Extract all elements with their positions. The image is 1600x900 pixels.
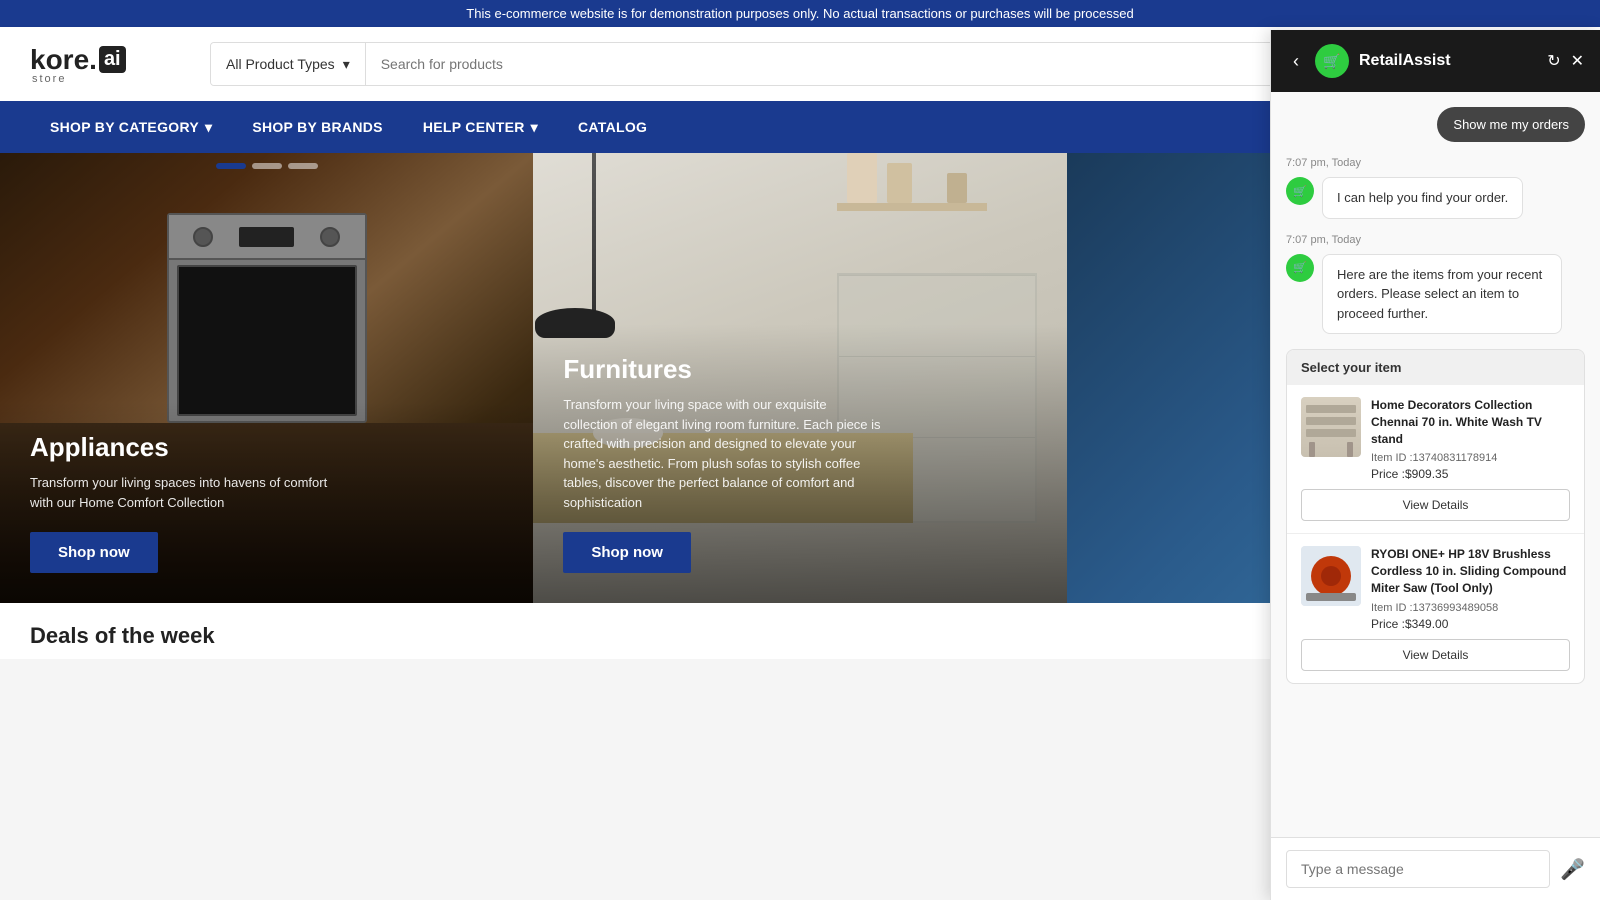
nav-item-shop-by-category[interactable]: SHOP BY CATEGORY ▾ bbox=[30, 101, 232, 153]
slide-furnitures-title: Furnitures bbox=[563, 354, 1036, 385]
slide-appliances-shop-now[interactable]: Shop now bbox=[30, 532, 158, 573]
slide-furnitures-shop-now[interactable]: Shop now bbox=[563, 532, 691, 573]
bot-message-2: 🛒 Here are the items from your recent or… bbox=[1286, 254, 1585, 335]
slide-appliances-desc: Transform your living spaces into havens… bbox=[30, 473, 350, 512]
product-type-dropdown[interactable]: All Product Types ▾ bbox=[211, 43, 366, 85]
chat-close-button[interactable]: ✕ bbox=[1571, 51, 1584, 71]
chat-bot-icon: 🛒 bbox=[1315, 44, 1349, 78]
tv-stand-image bbox=[1301, 397, 1361, 457]
slide-dot-1 bbox=[216, 163, 246, 169]
nav-item-catalog[interactable]: CATALOG bbox=[558, 101, 667, 153]
chat-header-actions: ↻ ✕ bbox=[1547, 51, 1584, 71]
chat-refresh-button[interactable]: ↻ bbox=[1547, 51, 1560, 71]
top-banner: This e-commerce website is for demonstra… bbox=[0, 0, 1600, 27]
slide-dot-2 bbox=[252, 163, 282, 169]
top-banner-text: This e-commerce website is for demonstra… bbox=[466, 6, 1133, 21]
chat-panel: ‹ 🛒 RetailAssist ↻ ✕ Show me my orders 7… bbox=[1270, 30, 1600, 900]
product-2-price: Price :$349.00 bbox=[1371, 617, 1570, 631]
chat-back-button[interactable]: ‹ bbox=[1287, 49, 1305, 74]
product-2-name: RYOBI ONE+ HP 18V Brushless Cordless 10 … bbox=[1371, 546, 1570, 596]
product-1-name: Home Decorators Collection Chennai 70 in… bbox=[1371, 397, 1570, 447]
slide-dot-3 bbox=[288, 163, 318, 169]
slide-appliances-overlay: Appliances Transform your living spaces … bbox=[0, 402, 533, 603]
bot-avatar-2: 🛒 bbox=[1286, 254, 1314, 282]
nav-label-shop-by-brands: SHOP BY BRANDS bbox=[252, 119, 383, 135]
chevron-down-icon: ▾ bbox=[205, 119, 212, 136]
chat-input-area: 🎤 bbox=[1271, 837, 1600, 900]
chat-title: RetailAssist bbox=[1359, 52, 1537, 70]
logo-ai: ai bbox=[99, 46, 126, 73]
product-2-info: RYOBI ONE+ HP 18V Brushless Cordless 10 … bbox=[1371, 546, 1570, 630]
slide-appliances: Appliances Transform your living spaces … bbox=[0, 153, 533, 603]
product-type-label: All Product Types bbox=[226, 56, 335, 72]
product-card-1-inner: Home Decorators Collection Chennai 70 in… bbox=[1301, 397, 1570, 481]
shopping-cart-icon: 🛒 bbox=[1293, 185, 1307, 198]
slide-indicators bbox=[0, 163, 533, 169]
tv-stand-leg-left bbox=[1309, 442, 1315, 457]
bot-avatar-1: 🛒 bbox=[1286, 177, 1314, 205]
bot-bubble-2: Here are the items from your recent orde… bbox=[1322, 254, 1562, 335]
product-1-info: Home Decorators Collection Chennai 70 in… bbox=[1371, 397, 1570, 481]
product-thumb-2 bbox=[1301, 546, 1361, 606]
miter-saw-image bbox=[1301, 546, 1361, 606]
chevron-down-icon: ▾ bbox=[343, 56, 350, 73]
slide-furnitures: Furnitures Transform your living space w… bbox=[533, 153, 1066, 603]
show-orders-row: Show me my orders bbox=[1286, 107, 1585, 157]
tv-stand-leg-right bbox=[1347, 442, 1353, 457]
bot-message-1: 🛒 I can help you find your order. bbox=[1286, 177, 1585, 219]
product-1-view-details[interactable]: View Details bbox=[1301, 489, 1570, 521]
slide-appliances-title: Appliances bbox=[30, 432, 503, 463]
nav-item-shop-by-brands[interactable]: SHOP BY BRANDS bbox=[232, 101, 403, 153]
nav-label-help-center: HELP CENTER bbox=[423, 119, 525, 135]
product-card-2-inner: RYOBI ONE+ HP 18V Brushless Cordless 10 … bbox=[1301, 546, 1570, 630]
slide-furnitures-desc: Transform your living space with our exq… bbox=[563, 395, 883, 512]
product-card-1[interactable]: Home Decorators Collection Chennai 70 in… bbox=[1287, 385, 1584, 534]
shopping-cart-icon: 🛒 bbox=[1293, 261, 1307, 274]
shopping-cart-icon: 🛒 bbox=[1323, 53, 1340, 70]
product-thumb-1 bbox=[1301, 397, 1361, 457]
microphone-icon: 🎤 bbox=[1560, 859, 1585, 881]
chat-timestamp-1: 7:07 pm, Today bbox=[1286, 157, 1585, 169]
logo: kore.ai store bbox=[30, 44, 190, 85]
show-orders-bubble: Show me my orders bbox=[1437, 107, 1585, 142]
logo-text: kore.ai bbox=[30, 44, 126, 76]
chat-input[interactable] bbox=[1286, 850, 1550, 888]
product-2-view-details[interactable]: View Details bbox=[1301, 639, 1570, 671]
chat-header: ‹ 🛒 RetailAssist ↻ ✕ bbox=[1271, 30, 1600, 92]
chat-timestamp-2: 7:07 pm, Today bbox=[1286, 234, 1585, 246]
nav-item-help-center[interactable]: HELP CENTER ▾ bbox=[403, 101, 558, 153]
product-1-id: Item ID :13740831178914 bbox=[1371, 452, 1570, 464]
product-2-id: Item ID :13736993489058 bbox=[1371, 602, 1570, 614]
mic-button[interactable]: 🎤 bbox=[1560, 857, 1585, 882]
slide-furnitures-overlay: Furnitures Transform your living space w… bbox=[533, 324, 1066, 603]
select-item-header: Select your item bbox=[1287, 350, 1584, 385]
nav-label-catalog: CATALOG bbox=[578, 119, 647, 135]
logo-brand: kore. bbox=[30, 44, 97, 76]
nav-label-shop-by-category: SHOP BY CATEGORY bbox=[50, 119, 199, 135]
product-card-2[interactable]: RYOBI ONE+ HP 18V Brushless Cordless 10 … bbox=[1287, 534, 1584, 682]
logo-store: store bbox=[30, 73, 66, 85]
bot-bubble-1: I can help you find your order. bbox=[1322, 177, 1523, 219]
product-1-price: Price :$909.35 bbox=[1371, 467, 1570, 481]
chat-body[interactable]: Show me my orders 7:07 pm, Today 🛒 I can… bbox=[1271, 92, 1600, 837]
select-item-section: Select your item Home Decorato bbox=[1286, 349, 1585, 684]
chevron-down-icon: ▾ bbox=[531, 119, 538, 136]
